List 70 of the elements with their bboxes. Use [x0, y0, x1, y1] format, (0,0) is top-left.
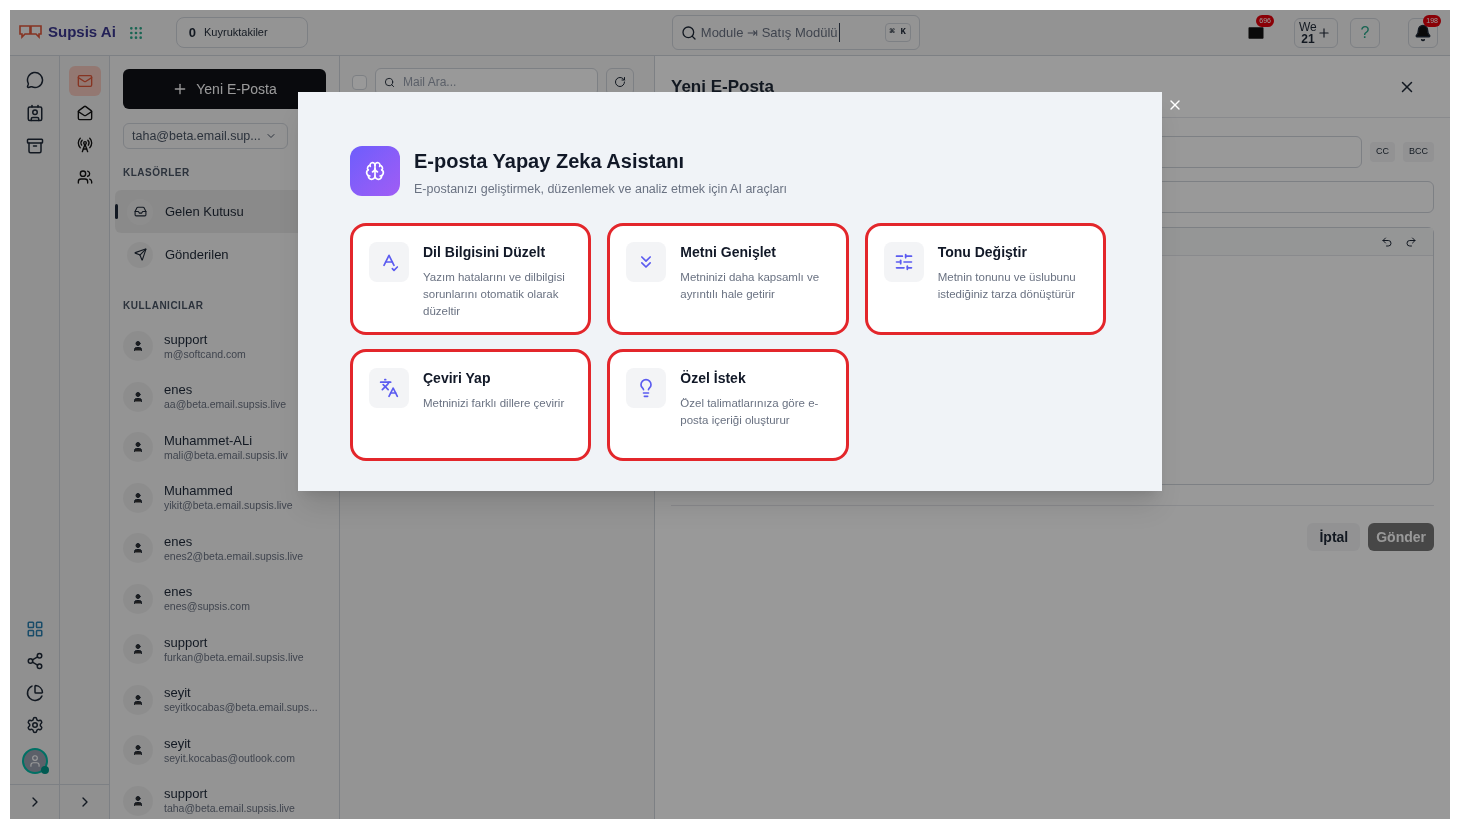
select-all-checkbox[interactable]	[352, 75, 367, 90]
user-item[interactable]: Muhammet-ALi mali@beta.email.supsis.liv	[123, 422, 326, 473]
cc-button[interactable]: CC	[1370, 142, 1395, 162]
user-item[interactable]: enes aa@beta.email.supsis.live	[123, 371, 326, 422]
chart-icon[interactable]	[25, 684, 44, 702]
plus-icon	[1316, 25, 1331, 40]
search-icon	[384, 76, 395, 88]
chat-icon[interactable]	[25, 71, 44, 89]
translate-icon	[379, 377, 399, 398]
person-icon	[132, 794, 144, 807]
shortcut-key: ⌘ K	[884, 22, 911, 43]
person-icon	[27, 754, 42, 768]
person-icon	[132, 542, 144, 555]
person-icon	[132, 693, 144, 706]
person-icon	[132, 441, 144, 454]
ai-tool-card[interactable]: Dil Bilgisini Düzelt Yazım hatalarını ve dilbilgisi sorunlarını otomatik olarak düzeltir	[350, 222, 592, 335]
refresh-icon	[614, 76, 626, 88]
user-item[interactable]: support taha@beta.email.supsis.live	[123, 775, 326, 819]
person-icon	[132, 491, 144, 504]
user-avatar[interactable]	[21, 748, 48, 774]
person-icon	[132, 340, 144, 353]
workspace-button[interactable]: We 21	[1294, 17, 1338, 48]
search-field[interactable]: Module ⇥ Satış Modülü ⌘ K	[671, 15, 920, 50]
people-icon	[76, 169, 93, 185]
ai-tool-card[interactable]: Metni Genişlet Metninizi daha kapsamlı ve ayrıntılı hale getirir	[607, 222, 849, 335]
undo-icon[interactable]	[1381, 235, 1393, 248]
brain-icon	[365, 161, 385, 181]
brand-name: Supsis Ai	[48, 22, 116, 43]
share-icon[interactable]	[25, 652, 44, 670]
section-heading: KLASÖRLER	[123, 165, 191, 180]
ai-tool-card[interactable]: Tonu Değiştir Metnin tonunu ve üslubunu istediğiniz tarza dönüştürür	[864, 222, 1106, 335]
queue-button[interactable]: 0 Kuyruktakiler	[175, 17, 308, 48]
notification-bell-icon[interactable]	[1414, 23, 1432, 42]
antenna-icon	[76, 137, 93, 153]
person-icon	[132, 744, 144, 757]
settings-icon[interactable]	[25, 716, 44, 734]
bcc-button[interactable]: BCC	[1403, 142, 1434, 162]
person-icon	[132, 643, 144, 656]
cancel-button[interactable]: İptal	[1307, 523, 1361, 551]
search-icon	[680, 24, 697, 41]
user-item[interactable]: enes enes@supsis.com	[123, 573, 326, 624]
user-item[interactable]: enes enes2@beta.email.supsis.live	[123, 523, 326, 574]
mail-nav-item[interactable]	[68, 66, 101, 96]
sliders-icon	[893, 251, 914, 272]
new-email-button[interactable]: Yeni E-Posta	[123, 69, 326, 109]
ai-tool-card[interactable]: Özel İstek Özel talimatlarınıza göre e-posta içeriği oluşturur	[607, 348, 849, 461]
user-item[interactable]: seyit seyit.kocabas@outlook.com	[123, 725, 326, 776]
compose-title: Yeni E-Posta	[671, 75, 774, 98]
send-icon	[133, 248, 147, 261]
archive-icon[interactable]	[25, 137, 44, 155]
user-item[interactable]: Muhammed yikit@beta.email.supsis.live	[123, 472, 326, 523]
dialog-subtitle: E-postanızı geliştirmek, düzenlemek ve analiz etmek için AI araçları	[414, 181, 788, 198]
redo-icon[interactable]	[1405, 235, 1417, 248]
section-heading: KULLANICILAR	[123, 299, 205, 313]
user-item[interactable]: support furkan@beta.email.supsis.live	[123, 624, 326, 675]
person-icon	[132, 592, 144, 605]
dialog-title: E-posta Yapay Zeka Asistanı	[414, 149, 686, 174]
ai-tool-card[interactable]: Çeviri Yap Metninizi farklı dillere çevirir	[350, 348, 592, 461]
logo-icon	[18, 23, 44, 42]
person-icon	[132, 390, 144, 403]
search-value: Module ⇥ Satış Modülü	[700, 22, 840, 43]
send-button[interactable]: Gönder	[1368, 523, 1434, 551]
folder-item[interactable]: Gönderilen	[115, 233, 334, 276]
dashboard-grid-icon[interactable]	[25, 620, 44, 638]
user-item[interactable]: support m@softcand.com	[123, 321, 326, 372]
account-select[interactable]: taha@beta.email.sup...	[123, 123, 288, 149]
inbox-icon	[133, 205, 147, 218]
open-envelope-icon	[76, 105, 93, 121]
user-item[interactable]: seyit seyitkocabas@beta.email.sups...	[123, 674, 326, 725]
contact-card-icon[interactable]	[25, 104, 44, 122]
